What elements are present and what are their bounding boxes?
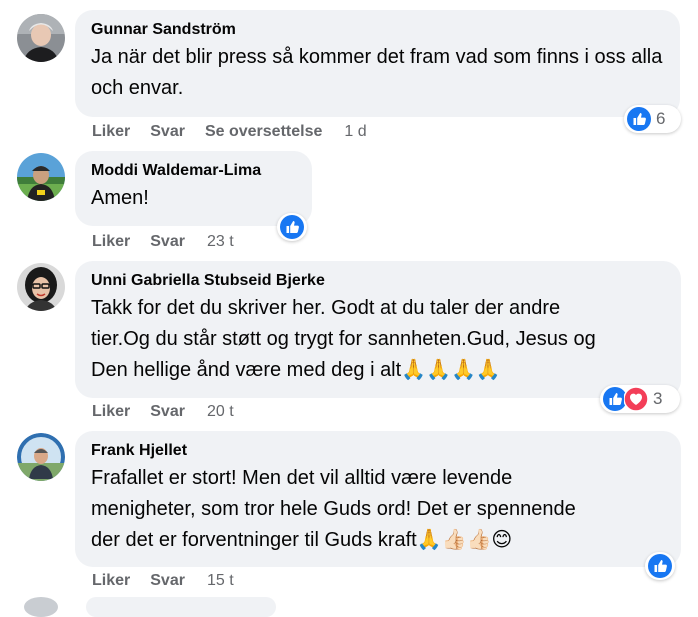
- reactions-summary[interactable]: 3: [600, 385, 680, 413]
- comment-text: Amen!: [91, 187, 149, 209]
- comment-author[interactable]: Gunnar Sandström: [91, 19, 664, 41]
- reaction-count: 3: [653, 389, 663, 408]
- comment-actions: Liker Svar Se oversettelse 1 d: [92, 121, 367, 143]
- comment-actions: Liker Svar 23 t: [92, 231, 234, 253]
- comment-text: Ja när det blir press så kommer det fram…: [91, 46, 663, 99]
- comment-text-line: Den hellige ånd være med deg i alt🙏🙏🙏🙏: [91, 355, 665, 386]
- reply-button[interactable]: Svar: [150, 123, 185, 141]
- reply-button[interactable]: Svar: [150, 233, 185, 251]
- comment-text: Frafallet er stort! Men det vil alltid v…: [91, 463, 665, 556]
- like-button[interactable]: Liker: [92, 233, 130, 251]
- comment-text-line: Frafallet er stort! Men det vil alltid v…: [91, 467, 513, 489]
- thumbs-up-icon: [648, 554, 672, 578]
- comment-text-line: menigheter, som tror hele Guds ord! Det …: [91, 498, 576, 520]
- avatar[interactable]: [17, 263, 65, 311]
- avatar[interactable]: [17, 153, 65, 201]
- comment-text-line-content: Den hellige ånd være med deg i alt: [91, 359, 402, 381]
- avatar[interactable]: [17, 14, 65, 62]
- thumbs-up-icon: [627, 107, 651, 131]
- comment-timestamp[interactable]: 20 t: [207, 403, 234, 421]
- comment-timestamp[interactable]: 1 d: [344, 123, 366, 141]
- comment-actions: Liker Svar 15 t: [92, 570, 234, 592]
- comment-bubble: Gunnar Sandström Ja när det blir press s…: [75, 10, 680, 117]
- reaction-count: 6: [656, 109, 666, 128]
- emoji-sequence: 🙏🙏🙏🙏: [401, 359, 501, 381]
- comment-text-line: der det er forventninger til Guds kraft🙏…: [91, 525, 665, 556]
- next-comment-avatar-peek: [24, 597, 58, 617]
- like-button[interactable]: Liker: [92, 403, 130, 421]
- comment-text-line: Takk for det du skriver her. Godt at du …: [91, 297, 561, 319]
- comment-text-line-content: der det er forventninger til Guds kraft: [91, 529, 417, 551]
- comment-timestamp[interactable]: 23 t: [207, 233, 234, 251]
- like-button[interactable]: Liker: [92, 123, 130, 141]
- emoji-sequence: 🙏👍🏻👍🏻😊: [416, 529, 513, 551]
- reactions-summary[interactable]: [277, 213, 307, 241]
- comment-bubble: Moddi Waldemar-Lima Amen!: [75, 151, 312, 226]
- comment-bubble: Frank Hjellet Frafallet er stort! Men de…: [75, 431, 681, 567]
- translate-button[interactable]: Se oversettelse: [205, 123, 322, 141]
- reactions-summary[interactable]: [645, 552, 675, 580]
- heart-icon: [623, 386, 649, 412]
- avatar[interactable]: [17, 433, 65, 481]
- reactions-summary[interactable]: 6: [624, 105, 681, 133]
- comment-author[interactable]: Unni Gabriella Stubseid Bjerke: [91, 270, 665, 292]
- like-button[interactable]: Liker: [92, 572, 130, 590]
- comment-actions: Liker Svar 20 t: [92, 401, 234, 423]
- comment-bubble: Unni Gabriella Stubseid Bjerke Takk for …: [75, 261, 681, 398]
- reply-button[interactable]: Svar: [150, 403, 185, 421]
- next-comment-bubble-peek: [86, 597, 276, 617]
- comment-timestamp[interactable]: 15 t: [207, 572, 234, 590]
- reply-button[interactable]: Svar: [150, 572, 185, 590]
- thumbs-up-icon: [280, 215, 304, 239]
- comment-text: Takk for det du skriver her. Godt at du …: [91, 293, 665, 386]
- comment-author[interactable]: Moddi Waldemar-Lima: [91, 160, 296, 182]
- comment-author[interactable]: Frank Hjellet: [91, 440, 665, 462]
- comment-text-line: tier.Og du står støtt og trygt for sannh…: [91, 328, 596, 350]
